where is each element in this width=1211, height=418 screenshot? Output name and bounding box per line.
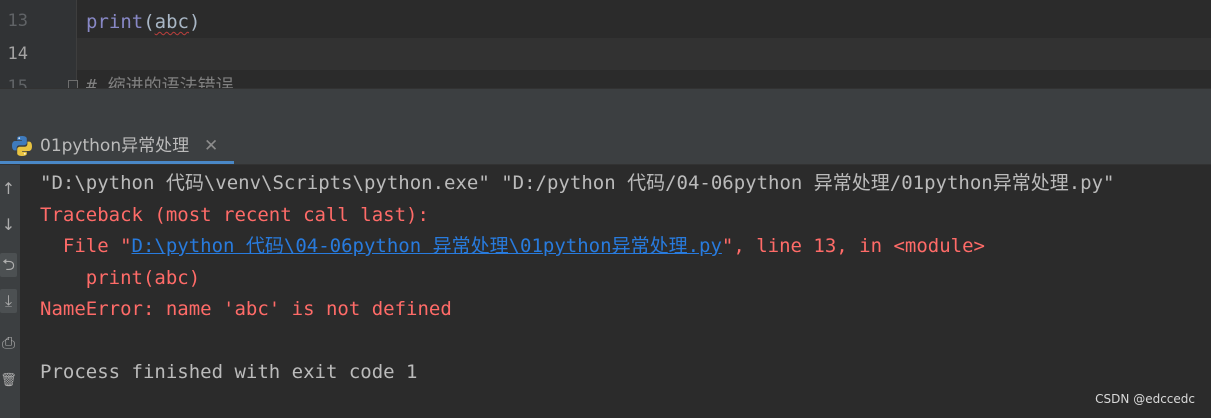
active-tab-indicator	[0, 161, 234, 164]
close-paren: )	[188, 11, 201, 33]
error-message: NameError: name 'abc' is not defined	[40, 298, 452, 320]
arrow-up-icon[interactable]: ↑	[0, 177, 17, 201]
current-line-highlight	[77, 38, 1211, 70]
python-icon	[12, 136, 32, 156]
print-function: print	[86, 11, 144, 33]
gutter-separator	[76, 0, 77, 88]
traceback-code-line: print(abc)	[40, 266, 201, 289]
code-line-15-comment[interactable]: # 缩进的语法错误	[86, 74, 234, 88]
code-line-13[interactable]: print(abc)	[86, 9, 200, 35]
print-icon[interactable]: ⎙	[0, 331, 17, 355]
traceback-header: Traceback (most recent call last):	[40, 203, 429, 226]
close-icon[interactable]: ✕	[204, 134, 218, 158]
console-output[interactable]: "D:\python 代码\venv\Scripts\python.exe" "…	[40, 168, 1200, 389]
code-editor[interactable]: 13 14 15 print(abc) # 缩进的语法错误	[0, 0, 1211, 88]
watermark: CSDN @edccedc	[1095, 392, 1195, 406]
console-command-line: "D:\python 代码\venv\Scripts\python.exe" "…	[40, 172, 1115, 194]
trash-icon[interactable]: 🗑	[0, 369, 17, 393]
line-number-13: 13	[7, 11, 28, 31]
file-prefix: File "	[40, 235, 132, 257]
arrow-down-icon[interactable]: ↓	[0, 213, 17, 237]
undefined-name-abc: abc	[154, 11, 189, 33]
fold-icon[interactable]	[68, 80, 78, 88]
run-tool-window-tabs: 01python异常处理 ✕	[0, 128, 1211, 165]
run-tab-label: 01python异常处理	[40, 136, 190, 156]
exit-status: Process finished with exit code 1	[40, 361, 418, 383]
file-suffix: ", line 13, in <module>	[721, 235, 985, 257]
open-paren: (	[143, 11, 155, 33]
console-toolbar: ↑ ↓ ⮌ ⤓ ⎙ 🗑	[0, 165, 20, 418]
scroll-to-end-icon[interactable]: ⤓	[0, 289, 17, 313]
panel-divider[interactable]	[0, 88, 1211, 129]
line-number-15: 15	[7, 77, 28, 88]
line-number-14: 14	[7, 44, 28, 64]
soft-wrap-icon[interactable]: ⮌	[0, 253, 17, 277]
tab-run-01python[interactable]: 01python异常处理 ✕	[0, 128, 234, 164]
traceback-file-line: File "D:\python 代码\04-06python 异常处理\01py…	[40, 231, 1200, 263]
file-path-link[interactable]: D:\python 代码\04-06python 异常处理\01python异常…	[132, 235, 722, 257]
